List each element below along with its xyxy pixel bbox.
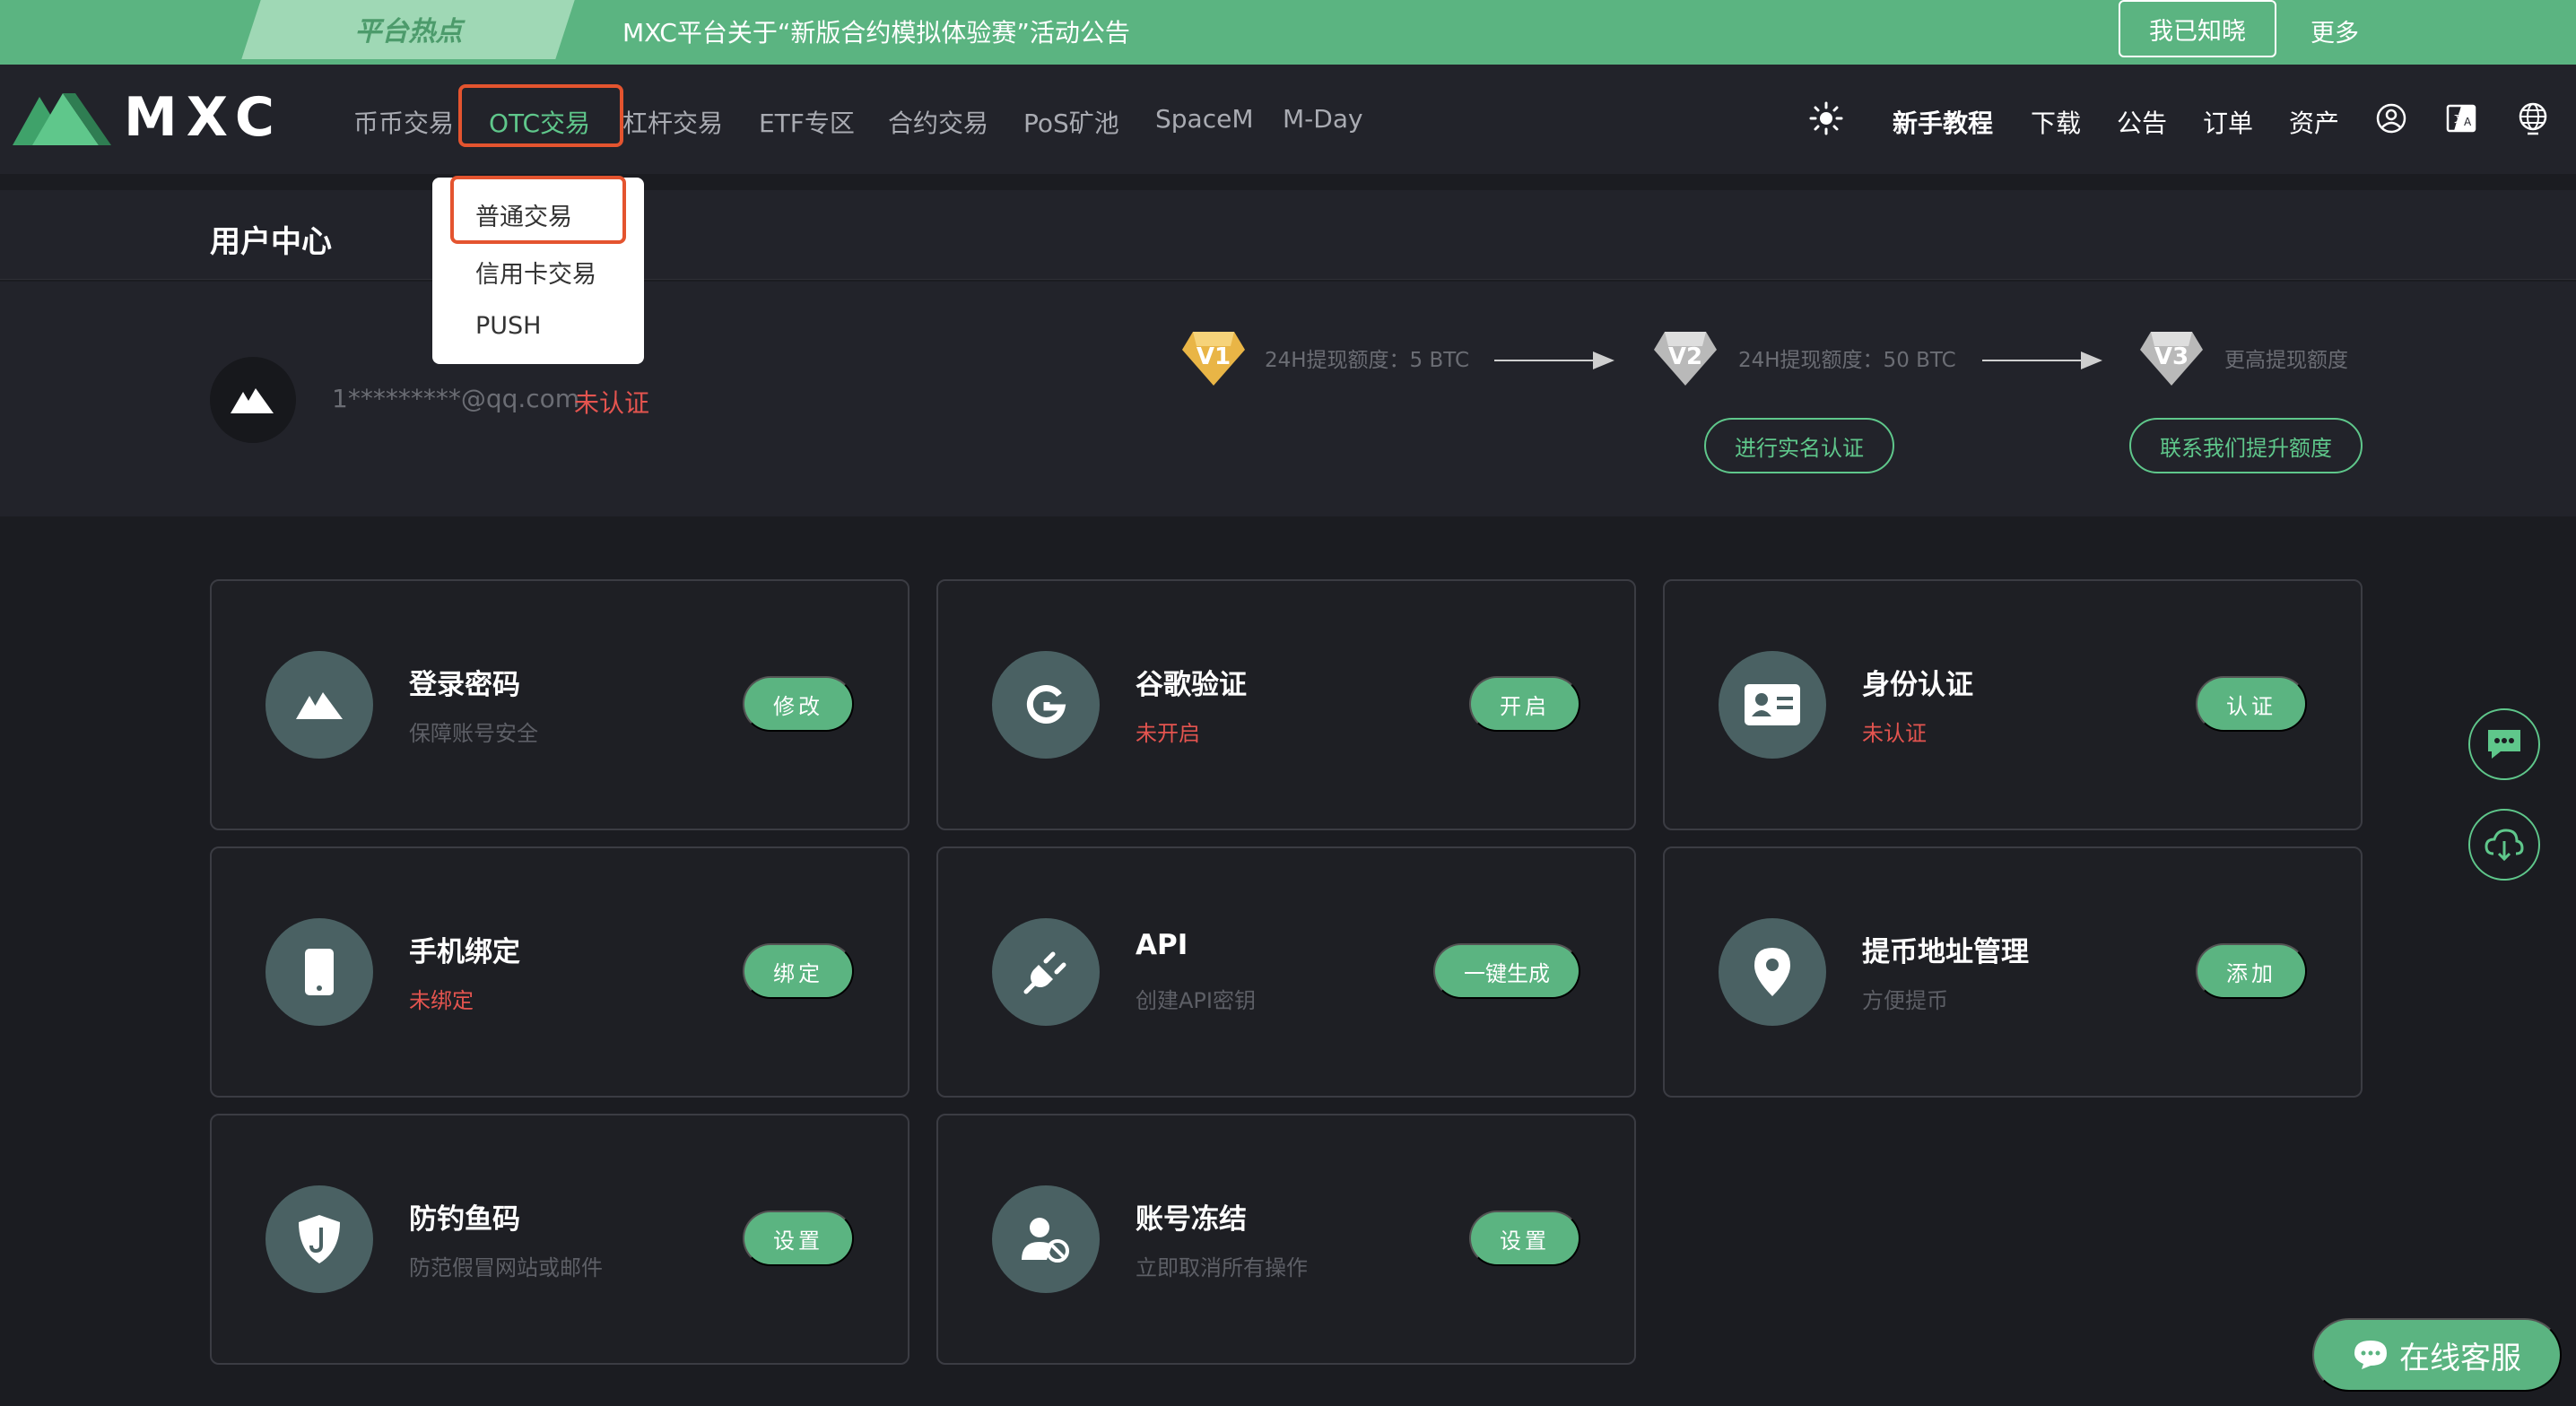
card-identity-verification: 身份认证 未认证 认证 xyxy=(1663,579,2363,830)
svg-text:V3: V3 xyxy=(2154,343,2189,370)
user-email: 1*********@qq.com xyxy=(332,384,580,413)
card-subtitle: 创建API密钥 xyxy=(1136,988,1256,1013)
online-support-button[interactable]: 在线客服 xyxy=(2312,1318,2562,1392)
level-v1-text: 24H提现额度：5 BTC xyxy=(1265,349,1470,372)
acknowledge-button[interactable]: 我已知晓 xyxy=(2119,0,2276,57)
logo-text[interactable]: MXC xyxy=(124,86,283,149)
arrow-right-icon xyxy=(1982,352,2102,369)
profile-section: 1*********@qq.com 未认证 V1 24H提现额度：5 BTC V… xyxy=(0,282,2576,516)
page-header: 用户中心 xyxy=(0,190,2576,280)
shield-hook-icon xyxy=(265,1185,373,1293)
card-api: API 创建API密钥 一键生成 xyxy=(936,846,1636,1098)
card-subtitle: 方便提币 xyxy=(1862,988,1948,1013)
google-icon xyxy=(992,651,1100,759)
card-anti-phishing: 防钓鱼码 防范假冒网站或邮件 设置 xyxy=(210,1114,909,1365)
generate-api-button[interactable]: 一键生成 xyxy=(1433,943,1580,999)
more-link[interactable]: 更多 xyxy=(2311,13,2359,48)
card-subtitle: 未绑定 xyxy=(409,988,474,1013)
nav-margin-trading[interactable]: 杠杆交易 xyxy=(622,104,723,140)
level-v3-badge-icon: V3 xyxy=(2140,332,2203,386)
verification-status: 未认证 xyxy=(574,388,650,418)
card-title: 手机绑定 xyxy=(409,936,520,968)
card-withdraw-address: 提币地址管理 方便提币 添加 xyxy=(1663,846,2363,1098)
add-address-button[interactable]: 添加 xyxy=(2196,943,2307,999)
globe-icon[interactable] xyxy=(2515,100,2551,136)
user-block-icon xyxy=(992,1185,1100,1293)
download-float-button[interactable] xyxy=(2468,809,2540,881)
otc-highlight-box xyxy=(458,84,623,147)
nav-orders[interactable]: 订单 xyxy=(2203,104,2253,140)
change-password-button[interactable]: 修改 xyxy=(743,676,854,732)
freeze-account-button[interactable]: 设置 xyxy=(1469,1211,1580,1266)
nav-spacem[interactable]: SpaceM xyxy=(1155,104,1253,134)
card-phone-binding: 手机绑定 未绑定 绑定 xyxy=(210,846,909,1098)
top-nav: MXC 币币交易 OTC交易 杠杆交易 ETF专区 合约交易 PoS矿池 Spa… xyxy=(0,65,2576,174)
nav-etf-zone[interactable]: ETF专区 xyxy=(759,104,855,140)
set-anti-phishing-button[interactable]: 设置 xyxy=(743,1211,854,1266)
card-title: 谷歌验证 xyxy=(1136,669,1247,701)
mxc-logo-icon xyxy=(231,388,274,413)
nav-announcements[interactable]: 公告 xyxy=(2117,104,2167,140)
level-v1-badge-icon: V1 xyxy=(1182,332,1245,386)
language-translate-icon[interactable]: 文 A xyxy=(2443,100,2479,136)
card-login-password: 登录密码 保障账号安全 修改 xyxy=(210,579,909,830)
announcement-bar: 平台热点 MXC平台关于“新版合约模拟体验赛”活动公告 我已知晓 更多 xyxy=(0,0,2576,65)
card-title: 账号冻结 xyxy=(1136,1203,1247,1236)
hot-topic-tag: 平台热点 xyxy=(241,0,575,59)
card-subtitle: 防范假冒网站或邮件 xyxy=(409,1255,603,1280)
cloud-download-icon xyxy=(2485,829,2524,862)
chat-float-button[interactable] xyxy=(2468,708,2540,780)
nav-tutorial[interactable]: 新手教程 xyxy=(1893,104,1993,140)
card-title: API xyxy=(1136,929,1188,961)
svg-text:A: A xyxy=(2464,116,2472,128)
nav-pos-pool[interactable]: PoS矿池 xyxy=(1023,104,1119,140)
card-subtitle: 保障账号安全 xyxy=(409,721,538,746)
user-account-icon[interactable] xyxy=(2373,100,2409,136)
menu-item-credit-card-trading[interactable]: 信用卡交易 xyxy=(475,255,596,290)
verify-identity-button[interactable]: 进行实名认证 xyxy=(1704,418,1894,473)
chat-bubble-icon xyxy=(2488,730,2520,759)
mxc-logo-icon xyxy=(265,651,373,759)
online-support-label: 在线客服 xyxy=(2399,1341,2521,1376)
card-title: 登录密码 xyxy=(409,669,520,701)
nav-assets[interactable]: 资产 xyxy=(2289,104,2339,140)
verify-identity-card-button[interactable]: 认证 xyxy=(2196,676,2307,732)
svg-text:V1: V1 xyxy=(1197,343,1231,370)
card-account-freeze: 账号冻结 立即取消所有操作 设置 xyxy=(936,1114,1636,1365)
phone-icon xyxy=(265,918,373,1026)
chat-bubble-icon xyxy=(2354,1341,2387,1369)
id-card-icon xyxy=(1719,651,1826,759)
level-v3-text: 更高提现额度 xyxy=(2224,349,2348,372)
svg-text:V2: V2 xyxy=(1668,343,1702,370)
announcement-text[interactable]: MXC平台关于“新版合约模拟体验赛”活动公告 xyxy=(622,13,1130,49)
mxc-logo-icon[interactable] xyxy=(13,88,111,147)
card-google-auth: 谷歌验证 未开启 开启 xyxy=(936,579,1636,830)
avatar xyxy=(210,357,296,443)
level-v2-badge-icon: V2 xyxy=(1654,332,1717,386)
location-pin-icon xyxy=(1719,918,1826,1026)
menu-item-push[interactable]: PUSH xyxy=(475,312,542,340)
card-subtitle: 未开启 xyxy=(1136,721,1200,746)
contact-increase-limit-button[interactable]: 联系我们提升额度 xyxy=(2129,418,2363,473)
nav-contract-trading[interactable]: 合约交易 xyxy=(888,104,988,140)
theme-sun-icon[interactable] xyxy=(1808,100,1844,136)
nav-mday[interactable]: M-Day xyxy=(1283,104,1363,134)
menu-item-normal-trading[interactable]: 普通交易 xyxy=(475,197,572,232)
nav-spot-trading[interactable]: 币币交易 xyxy=(353,104,454,140)
card-title: 提币地址管理 xyxy=(1862,936,2029,968)
enable-google-auth-button[interactable]: 开启 xyxy=(1469,676,1580,732)
card-title: 身份认证 xyxy=(1862,669,1973,701)
card-subtitle: 立即取消所有操作 xyxy=(1136,1255,1308,1280)
bind-phone-button[interactable]: 绑定 xyxy=(743,943,854,999)
level-v2-text: 24H提现额度：50 BTC xyxy=(1738,349,1956,372)
otc-dropdown-menu: 普通交易 信用卡交易 PUSH xyxy=(432,176,644,364)
card-title: 防钓鱼码 xyxy=(409,1203,520,1236)
plug-icon xyxy=(992,918,1100,1026)
card-subtitle: 未认证 xyxy=(1862,721,1927,746)
nav-download[interactable]: 下载 xyxy=(2031,104,2081,140)
arrow-right-icon xyxy=(1494,352,1614,369)
page-title: 用户中心 xyxy=(210,224,332,260)
